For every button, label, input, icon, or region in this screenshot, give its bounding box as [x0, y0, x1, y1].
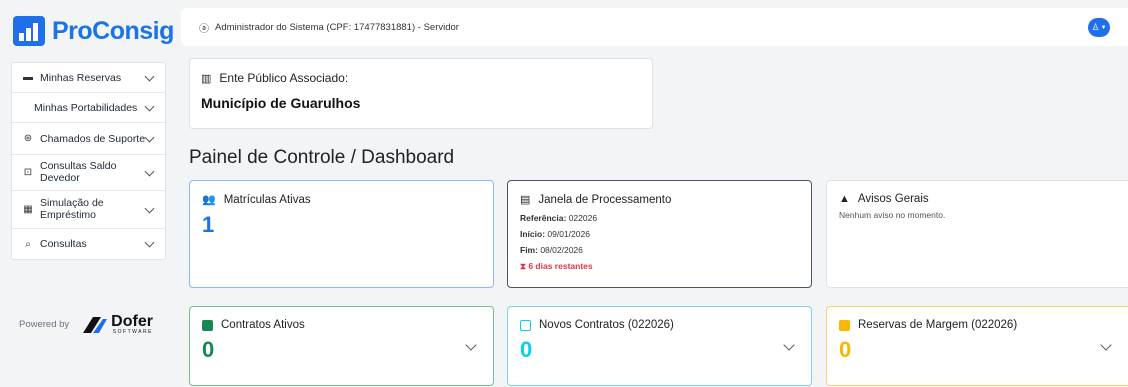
card-title: Matrículas Ativas: [223, 193, 311, 206]
money-icon: ⊡: [23, 167, 33, 178]
support-icon: ⊛: [23, 133, 33, 144]
partner-name: Dofer: [111, 313, 153, 330]
sidebar: ProConsig ▬ Minhas Reservas Minhas Portab…: [0, 0, 174, 387]
sidebar-item-chamados-suporte[interactable]: ⊛ Chamados de Suporte: [12, 123, 165, 155]
card-title: Janela de Processamento: [538, 193, 672, 206]
ente-label: Ente Público Associado:: [219, 71, 349, 85]
sidebar-item-label: Consultas: [40, 238, 87, 250]
powered-by-text: Powered by: [19, 319, 70, 330]
warning-icon: ▲: [839, 193, 850, 205]
fim-label: Fim:: [520, 245, 538, 255]
chevron-down-icon: [144, 71, 155, 81]
inicio-value: 09/01/2026: [547, 229, 590, 239]
card-novos-contratos[interactable]: Novos Contratos (022026) 0: [507, 306, 812, 386]
card-title: Contratos Ativos: [221, 319, 305, 331]
user-icon: ♙: [1091, 22, 1100, 32]
calendar-icon: ▤: [520, 194, 531, 206]
user-circle-icon: ⓐ: [199, 23, 209, 35]
user-menu-button[interactable]: ♙ ▼: [1088, 18, 1110, 37]
card-value: 0: [520, 337, 533, 362]
ref-value: 022026: [568, 213, 598, 223]
brand-logo[interactable]: ProConsig: [13, 16, 174, 46]
sidebar-item-label: Simulação de Empréstimo: [40, 197, 104, 221]
sidebar-item-label: Minhas Portabilidades: [34, 101, 138, 114]
logo-bars-icon: [13, 16, 45, 46]
users-icon: 👥: [202, 194, 216, 206]
sidebar-item-simulacao[interactable]: ▦ Simulação de Empréstimo: [12, 191, 165, 229]
ref-label: Referência:: [520, 213, 567, 223]
sidebar-item-label: Minhas Reservas: [40, 71, 122, 84]
card-avisos-gerais: ▲ Avisos Gerais Nenhum aviso no momento.: [826, 180, 1128, 288]
hourglass-icon: ⧗: [520, 261, 526, 271]
card-contratos-ativos[interactable]: Contratos Ativos 0: [189, 306, 494, 386]
plus-square-icon: [520, 319, 531, 331]
sidebar-nav: ▬ Minhas Reservas Minhas Portabilidades ⊛…: [11, 62, 166, 260]
avisos-text: Nenhum aviso no momento.: [839, 210, 946, 220]
card-title: Novos Contratos (022026): [539, 319, 674, 331]
fim-value: 08/02/2026: [540, 245, 583, 255]
sidebar-item-consultas-saldo[interactable]: ⊡ Consultas Saldo Devedor: [12, 155, 165, 191]
card-matriculas-ativas[interactable]: 👥 Matrículas Ativas 1: [189, 180, 494, 288]
card-janela-processamento: ▤ Janela de Processamento Referência: 022…: [507, 180, 812, 288]
card-value: 1: [202, 212, 215, 237]
page-title: Painel de Controle / Dashboard: [189, 147, 455, 168]
top-bar: ⓐ Administrador do Sistema (CPF: 1747783…: [181, 8, 1128, 46]
calculator-icon: ▦: [23, 204, 33, 215]
building-icon: ▥: [201, 72, 212, 85]
bookmark-icon: [839, 319, 850, 331]
sidebar-item-minhas-portabilidades[interactable]: Minhas Portabilidades: [12, 93, 165, 123]
days-remaining: 6 dias restantes: [528, 261, 593, 271]
wallet-icon: ▬: [23, 72, 33, 83]
ente-panel: ▥ Ente Público Associado: Município de Gu…: [189, 58, 653, 129]
card-title: Avisos Gerais: [857, 193, 929, 205]
inicio-label: Início:: [520, 229, 546, 239]
card-reservas-margem[interactable]: Reservas de Margem (022026) 0: [826, 306, 1128, 386]
caret-down-icon: ▼: [1100, 24, 1107, 31]
sidebar-item-consultas[interactable]: ⌕ Consultas: [12, 229, 165, 259]
chevron-down-icon: [144, 237, 155, 248]
powered-by: Powered by Dofer SOFTWARE: [19, 314, 153, 335]
dofer-logo-icon: [83, 316, 108, 333]
ente-value: Município de Guarulhos: [201, 95, 361, 111]
chevron-down-icon: [144, 166, 155, 176]
card-value: 0: [202, 337, 215, 362]
partner-sub: SOFTWARE: [112, 329, 153, 335]
document-check-icon: [202, 319, 213, 331]
user-info-text: Administrador do Sistema (CPF: 174778318…: [215, 21, 459, 33]
partner-logo[interactable]: Dofer SOFTWARE: [81, 314, 153, 335]
sidebar-item-label: Chamados de Suporte: [40, 132, 146, 145]
sidebar-item-label: Consultas Saldo Devedor: [40, 160, 117, 184]
brand-name: ProConsig: [52, 16, 174, 45]
chevron-down-icon: [144, 203, 155, 213]
search-icon: ⌕: [25, 238, 31, 250]
card-title: Reservas de Margem (022026): [858, 319, 1018, 331]
chevron-down-icon: [144, 132, 155, 142]
chevron-down-icon: [144, 101, 155, 111]
sidebar-item-minhas-reservas[interactable]: ▬ Minhas Reservas: [12, 63, 165, 93]
card-value: 0: [839, 337, 852, 362]
